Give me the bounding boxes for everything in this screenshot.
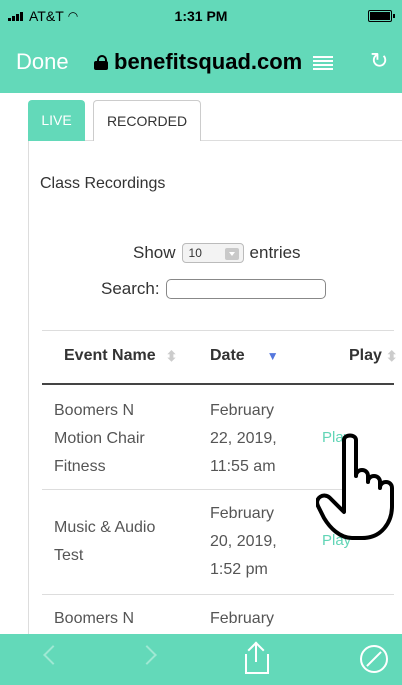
sort-icon: ⬍	[385, 347, 398, 364]
date-line: February	[210, 610, 275, 627]
entries-label: entries	[249, 243, 301, 262]
chevron-down-icon	[224, 248, 239, 260]
clock: 1:31 PM	[174, 8, 228, 24]
browser-nav: Done benefitsquad.com ↻	[0, 44, 402, 80]
sort-desc-icon: ▼	[266, 349, 279, 363]
search-label: Search:	[101, 279, 160, 298]
table-header: Event Name ⬍ Date ▼ Play ⬍	[42, 330, 398, 385]
browser-bottom-bar	[0, 634, 402, 685]
date-line: 20, 2019,	[210, 533, 277, 550]
header-event-name[interactable]: Event Name ⬍	[64, 347, 177, 365]
date-cell: February 22, 2019, 11:55 am	[210, 397, 277, 481]
event-name-cell: Music & Audio Test	[54, 514, 155, 570]
back-icon[interactable]	[43, 645, 63, 665]
event-name-line: Motion Chair	[54, 430, 145, 447]
entries-select[interactable]: 10	[181, 243, 244, 263]
event-name-line: Music & Audio	[54, 519, 156, 536]
section-title: Class Recordings	[40, 175, 166, 192]
date-line: February	[210, 505, 275, 522]
battery-icon	[368, 10, 395, 22]
forward-icon[interactable]	[137, 645, 157, 665]
url-text: benefitsquad.com	[114, 49, 303, 74]
share-icon[interactable]	[245, 644, 269, 674]
date-cell: February 20, 2019, 1:52 pm	[210, 500, 277, 584]
event-name-line: Boomers N	[54, 610, 135, 627]
event-name-cell: Boomers N	[54, 605, 134, 633]
date-line: February	[210, 402, 275, 419]
status-bar: AT&T ◠ 1:31 PM	[0, 0, 402, 30]
compass-icon[interactable]	[360, 645, 388, 673]
reader-icon[interactable]	[313, 56, 333, 70]
date-line: 11:55 am	[210, 458, 276, 475]
header-date[interactable]: Date ▼	[210, 347, 279, 365]
search-control: Search:	[101, 279, 326, 299]
entries-value: 10	[188, 246, 202, 260]
tab-list: LIVE RECORDED	[28, 100, 402, 141]
show-label: Show	[133, 243, 176, 262]
browser-top-bar: AT&T ◠ 1:31 PM Done benefitsquad.com ↻	[0, 0, 402, 93]
header-date-label: Date	[210, 347, 245, 364]
entries-length-control: Show 10 entries	[133, 243, 301, 263]
event-name-cell: Boomers N Motion Chair Fitness	[54, 397, 145, 481]
event-name-line: Boomers N	[54, 402, 135, 419]
url-field[interactable]: benefitsquad.com	[94, 49, 302, 75]
lock-icon	[94, 55, 108, 70]
date-line: 22, 2019,	[210, 430, 277, 447]
pointer-hand-icon	[316, 433, 394, 540]
event-name-line: Fitness	[54, 458, 106, 475]
header-event-name-label: Event Name	[64, 347, 156, 364]
tab-live[interactable]: LIVE	[28, 100, 85, 141]
sort-icon: ⬍	[165, 347, 178, 364]
header-play-label: Play	[349, 347, 382, 364]
date-cell: February	[210, 605, 274, 633]
reload-icon[interactable]: ↻	[370, 48, 388, 74]
search-input[interactable]	[165, 279, 326, 299]
tab-recorded[interactable]: RECORDED	[93, 100, 201, 141]
done-button[interactable]: Done	[16, 49, 69, 75]
date-line: 1:52 pm	[210, 561, 268, 578]
header-play[interactable]: Play ⬍	[349, 347, 398, 365]
event-name-line: Test	[54, 547, 84, 564]
